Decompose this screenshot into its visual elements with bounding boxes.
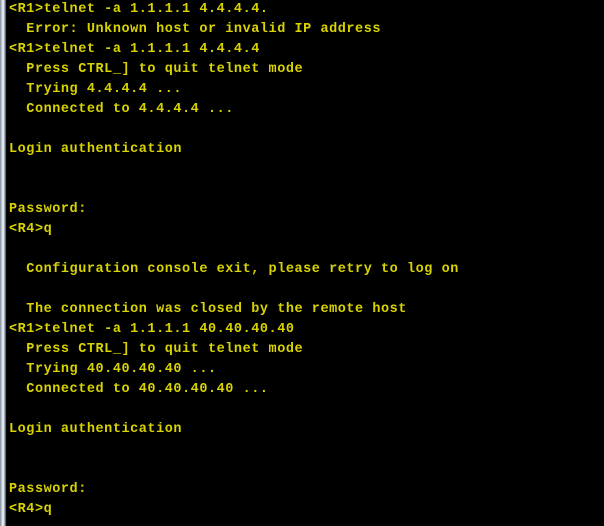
console-line: <R4>q [9,222,53,237]
console-line: Password: [9,482,87,497]
console-line: Login authentication [9,422,183,437]
console-line: The connection was closed by the remote … [9,302,407,317]
terminal-window: <R1>telnet -a 1.1.1.1 4.4.4.4. Error: Un… [0,0,604,526]
console-line: Connected to 40.40.40.40 ... [9,382,269,397]
console-line: Password: [9,202,87,217]
console-line: <R4>q [9,502,53,517]
console-line: <R1>telnet -a 1.1.1.1 4.4.4.4. [9,2,269,17]
console-line: Press CTRL_] to quit telnet mode [9,342,304,357]
console-line: <R1>telnet -a 1.1.1.1 40.40.40.40 [9,322,295,337]
console-line: Press CTRL_] to quit telnet mode [9,62,304,77]
console-line: Login authentication [9,142,183,157]
console-line: Configuration console exit, please retry… [9,262,459,277]
console-line: Trying 4.4.4.4 ... [9,82,183,97]
console-output: <R1>telnet -a 1.1.1.1 4.4.4.4. Error: Un… [0,0,604,526]
console-line: <R1>telnet -a 1.1.1.1 4.4.4.4 [9,42,260,57]
console-line: Connected to 4.4.4.4 ... [9,102,234,117]
console-line: Error: Unknown host or invalid IP addres… [9,22,382,37]
console-line: Trying 40.40.40.40 ... [9,362,217,377]
